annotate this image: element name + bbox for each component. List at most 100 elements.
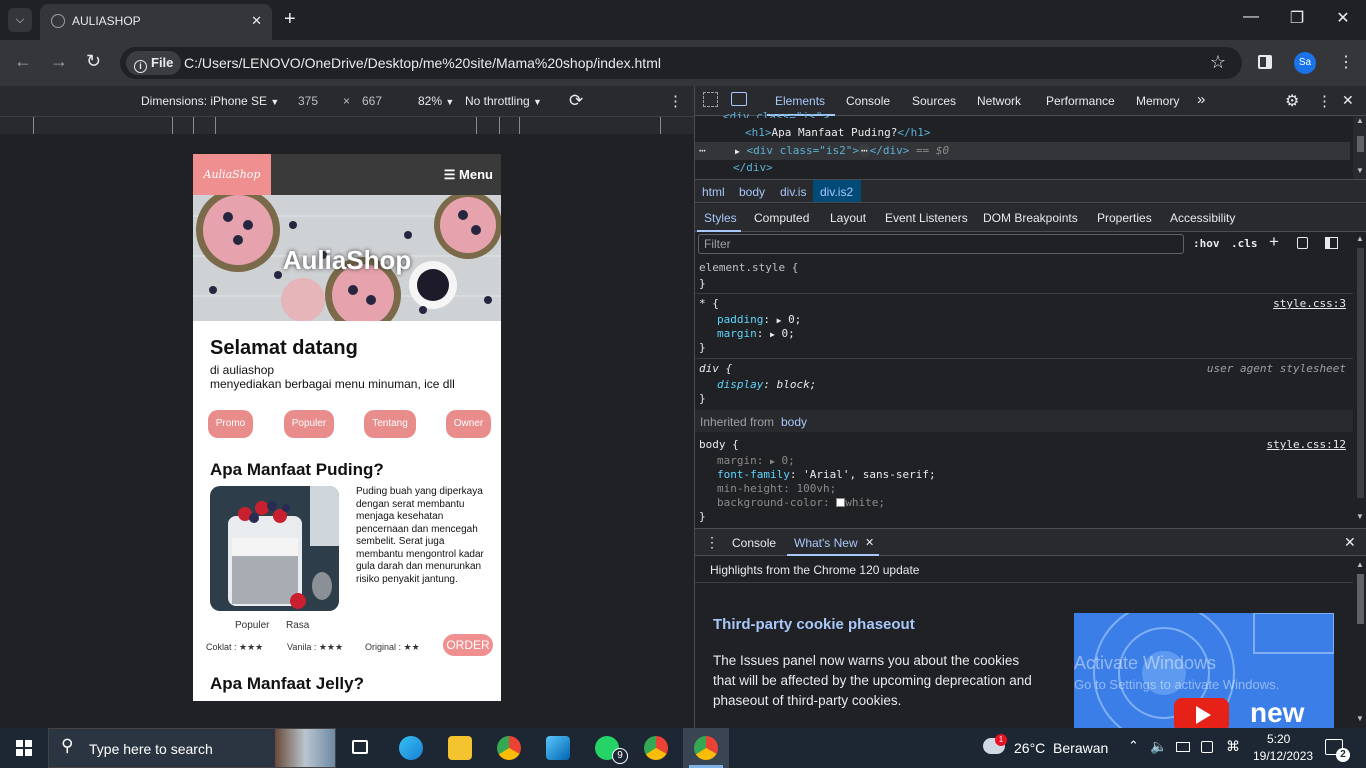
scroll-up-icon[interactable]: ▲ xyxy=(1356,560,1364,569)
tab-close-icon[interactable]: ✕ xyxy=(251,13,262,29)
tab-styles[interactable]: Styles xyxy=(704,211,737,225)
drawer-tab-console[interactable]: Console xyxy=(732,536,776,550)
element-style-rule[interactable]: element.style { xyxy=(699,261,798,274)
dom-ellipsis-icon[interactable]: ⋯ xyxy=(699,144,706,157)
tab-auliashop[interactable]: AULIASHOP ✕ xyxy=(40,4,272,40)
dom-line-h1[interactable]: <h1>Apa Manfaat Puding?</h1> xyxy=(745,126,930,139)
scroll-down-icon[interactable]: ▼ xyxy=(1356,714,1364,723)
scroll-up-icon[interactable]: ▲ xyxy=(1356,116,1364,125)
tab-performance[interactable]: Performance xyxy=(1046,94,1115,108)
dom-scrollbar[interactable]: ▲ ▼ xyxy=(1353,116,1366,179)
styles-filter-input[interactable]: Filter xyxy=(698,234,1184,254)
tab-computed[interactable]: Computed xyxy=(754,211,809,225)
profile-avatar[interactable]: Sa xyxy=(1294,52,1316,74)
throttling-select[interactable]: No throttling ▼ xyxy=(465,94,542,108)
weather-text[interactable]: 26°C Berawan xyxy=(1014,740,1108,756)
drawer-menu-icon[interactable]: ⋮ xyxy=(705,534,719,551)
site-logo[interactable]: AuliaShop xyxy=(193,154,271,195)
menu-button[interactable]: ☰ Menu xyxy=(444,167,493,183)
scroll-down-icon[interactable]: ▼ xyxy=(1356,166,1364,175)
chrome-icon[interactable] xyxy=(497,736,521,760)
dom-is2-collapsed[interactable]: ⋯ xyxy=(859,144,870,157)
close-whats-new-icon[interactable]: ✕ xyxy=(865,536,874,549)
width-input[interactable]: 375 xyxy=(298,94,318,108)
crumb-html[interactable]: html xyxy=(702,185,725,199)
back-icon[interactable]: ← xyxy=(14,51,32,72)
chrome-2-icon[interactable] xyxy=(644,736,668,760)
tab-event-listeners[interactable]: Event Listeners xyxy=(885,211,968,225)
wifi-icon[interactable]: ⌘ xyxy=(1226,738,1240,755)
inherited-body-link[interactable]: body xyxy=(781,415,807,429)
tab-console[interactable]: Console xyxy=(846,94,890,108)
populer-button[interactable]: Populer xyxy=(284,410,334,438)
tab-accessibility[interactable]: Accessibility xyxy=(1170,211,1235,225)
crumb-body[interactable]: body xyxy=(739,185,765,199)
tab-layout[interactable]: Layout xyxy=(830,211,866,225)
volume-icon[interactable]: 🔈 xyxy=(1150,738,1167,755)
restore-icon[interactable]: ❐ xyxy=(1282,8,1312,28)
scroll-up-icon[interactable]: ▲ xyxy=(1356,234,1364,243)
drawer-tab-whats-new[interactable]: What's New xyxy=(794,536,858,550)
tab-properties[interactable]: Properties xyxy=(1097,211,1152,225)
expand-triangle-icon[interactable]: ▶ xyxy=(777,316,782,325)
prop-padding[interactable]: padding: ▶ 0; xyxy=(717,313,801,326)
div-selector[interactable]: div { xyxy=(699,362,732,375)
prop-body-margin[interactable]: margin: ▶ 0; xyxy=(717,454,795,467)
sidebar-toggle-icon[interactable] xyxy=(1325,237,1338,249)
chrome-profile-icon[interactable] xyxy=(694,736,718,760)
photos-icon[interactable] xyxy=(546,736,570,760)
device-select[interactable]: Dimensions: iPhone SE ▼ xyxy=(141,94,279,108)
tab-dom-breakpoints[interactable]: DOM Breakpoints xyxy=(983,211,1078,225)
close-drawer-icon[interactable]: ✕ xyxy=(1344,534,1356,551)
dom-line-div-is[interactable]: <div class="is"> xyxy=(723,110,829,118)
close-window-icon[interactable]: ✕ xyxy=(1328,8,1358,28)
forward-icon[interactable]: → xyxy=(50,51,68,72)
rotate-icon[interactable]: ⟳ xyxy=(569,91,583,111)
close-devtools-icon[interactable]: ✕ xyxy=(1342,92,1354,109)
expand-triangle-icon[interactable]: ▶ xyxy=(770,330,775,339)
dom-line-div-is2[interactable]: ▶ <div class="is2"> ⋯ </div> == $0 xyxy=(735,144,949,157)
hov-toggle[interactable]: :hov xyxy=(1193,237,1220,250)
inspect-element-icon[interactable] xyxy=(703,92,718,107)
whats-new-video[interactable]: Activate Windows Go to Settings to activ… xyxy=(1074,613,1334,728)
body-source-link[interactable]: style.css:12 xyxy=(1267,438,1346,451)
color-swatch[interactable] xyxy=(836,498,846,507)
height-input[interactable]: 667 xyxy=(362,94,382,108)
prop-font-family[interactable]: font-family: 'Arial', sans-serif; xyxy=(717,468,936,481)
minimize-icon[interactable]: — xyxy=(1236,8,1266,26)
show-hidden-icons[interactable]: ⌃ xyxy=(1128,738,1139,754)
more-tabs-icon[interactable]: » xyxy=(1197,91,1205,108)
bookmark-star-icon[interactable]: ☆ xyxy=(1210,52,1226,73)
device-more-icon[interactable]: ⋮ xyxy=(668,92,683,110)
promo-button[interactable]: Promo xyxy=(208,410,253,438)
owner-button[interactable]: Owner xyxy=(446,410,491,438)
chrome-menu-icon[interactable]: ⋮ xyxy=(1338,52,1354,72)
cls-toggle[interactable]: .cls xyxy=(1231,237,1258,250)
media-query-ruler[interactable] xyxy=(0,116,694,134)
zoom-select[interactable]: 82% ▼ xyxy=(418,94,454,108)
whats-new-title[interactable]: Third-party cookie phaseout xyxy=(713,616,915,633)
paint-brush-icon[interactable] xyxy=(1297,237,1308,249)
clock-time[interactable]: 5:20 xyxy=(1267,732,1290,746)
device-toggle-icon[interactable] xyxy=(731,92,747,106)
file-explorer-icon[interactable] xyxy=(448,736,472,760)
side-panel-icon[interactable] xyxy=(1258,55,1272,69)
prop-background-color[interactable]: background-color: white; xyxy=(717,496,885,509)
tentang-button[interactable]: Tentang xyxy=(364,410,416,438)
crumb-div-is[interactable]: div.is xyxy=(780,185,806,199)
tab-search-button[interactable]: ⌵ xyxy=(8,8,32,32)
site-info-chip[interactable]: i File xyxy=(126,51,182,75)
styles-scrollbar[interactable]: ▲ ▼ xyxy=(1353,232,1366,526)
windows-start-icon[interactable] xyxy=(16,740,32,756)
settings-gear-icon[interactable]: ⚙ xyxy=(1285,91,1299,111)
tab-network[interactable]: Network xyxy=(977,94,1021,108)
crumb-div-is2[interactable]: div.is2 xyxy=(820,185,853,199)
star-selector[interactable]: * { xyxy=(699,297,719,310)
prop-margin[interactable]: margin: ▶ 0; xyxy=(717,327,795,340)
scroll-down-icon[interactable]: ▼ xyxy=(1356,512,1364,521)
dom-line-close-div[interactable]: </div> xyxy=(733,161,773,174)
new-rule-icon[interactable]: + xyxy=(1269,232,1279,252)
camera-icon[interactable] xyxy=(1201,741,1213,753)
whats-new-scrollbar[interactable]: ▲ ▼ xyxy=(1353,556,1366,728)
star-source-link[interactable]: style.css:3 xyxy=(1273,297,1346,310)
